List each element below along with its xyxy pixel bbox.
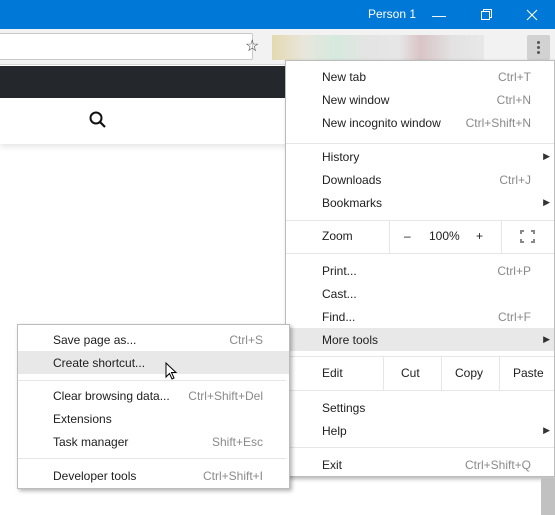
menu-item-create-shortcut[interactable]: Create shortcut... (18, 351, 289, 374)
bookmark-star-icon[interactable]: ☆ (245, 36, 259, 56)
shortcut: Ctrl+Shift+Del (188, 388, 263, 403)
menu-item-task-manager[interactable]: Task manager Shift+Esc (18, 430, 289, 453)
restore-icon (480, 9, 492, 20)
label: Downloads (322, 172, 382, 187)
menu-item-extensions[interactable]: Extensions (18, 407, 289, 430)
chrome-main-menu: New tab Ctrl+T New window Ctrl+N New incog… (285, 60, 555, 477)
menu-item-history[interactable]: History ▶ (286, 145, 554, 168)
minimize-button[interactable]: — (416, 0, 462, 29)
label: Create shortcut... (53, 355, 146, 370)
restore-button[interactable] (463, 0, 509, 29)
more-tools-submenu: Save page as... Ctrl+S Create shortcut...… (17, 324, 290, 489)
title-bar: Person 1 — (0, 0, 555, 29)
site-search-bar (0, 98, 290, 144)
menu-separator (18, 458, 286, 459)
menu-item-cast[interactable]: Cast... (286, 282, 554, 305)
edit-row: Edit Cut Copy Paste (286, 357, 554, 390)
zoom-in-button[interactable]: + (476, 229, 483, 243)
menu-item-save-page-as[interactable]: Save page as... Ctrl+S (18, 328, 289, 351)
menu-item-exit[interactable]: Exit Ctrl+Shift+Q (286, 453, 554, 476)
search-icon[interactable] (88, 110, 108, 130)
label: Bookmarks (322, 195, 383, 210)
menu-separator (286, 253, 554, 254)
divider (501, 220, 502, 253)
site-header (0, 66, 290, 98)
label: Settings (322, 400, 366, 415)
menu-item-bookmarks[interactable]: Bookmarks ▶ (286, 191, 554, 214)
zoom-label: Zoom (322, 229, 353, 243)
label: Save page as... (53, 332, 137, 347)
menu-separator (286, 390, 554, 391)
minimize-icon: — (432, 6, 446, 23)
extensions-area (272, 35, 484, 60)
dot-icon (537, 41, 540, 44)
menu-item-settings[interactable]: Settings (286, 396, 554, 419)
shortcut: Ctrl+P (497, 263, 531, 278)
label: Cast... (322, 286, 357, 301)
menu-item-print[interactable]: Print... Ctrl+P (286, 259, 554, 282)
zoom-row: Zoom – 100% + (286, 220, 554, 253)
shortcut: Ctrl+T (498, 69, 531, 84)
divider (441, 357, 442, 390)
zoom-out-button[interactable]: – (404, 229, 411, 243)
label: More tools (322, 332, 379, 347)
label: Developer tools (53, 468, 137, 483)
submenu-arrow-icon: ▶ (543, 334, 550, 344)
close-button[interactable] (509, 0, 555, 29)
divider (389, 220, 390, 253)
copy-button[interactable]: Copy (455, 366, 483, 380)
label: New tab (322, 69, 367, 84)
mouse-pointer-icon (165, 362, 178, 380)
label: History (322, 149, 360, 164)
shortcut: Shift+Esc (211, 434, 263, 449)
menu-separator (286, 143, 554, 144)
zoom-level: 100% (429, 229, 460, 243)
menu-item-developer-tools[interactable]: Developer tools Ctrl+Shift+I (18, 464, 289, 487)
shortcut: Ctrl+Shift+I (202, 468, 263, 483)
menu-item-find[interactable]: Find... Ctrl+F (286, 305, 554, 328)
address-bar[interactable] (0, 33, 253, 60)
close-icon (526, 9, 538, 20)
label: New incognito window (322, 115, 441, 130)
menu-item-more-tools[interactable]: More tools ▶ (286, 328, 554, 351)
menu-button[interactable] (527, 35, 550, 60)
scrollbar[interactable] (541, 478, 555, 515)
label: Clear browsing data... (53, 388, 170, 403)
shortcut: Ctrl+Shift+Q (464, 457, 531, 472)
label: Help (322, 423, 347, 438)
menu-item-help[interactable]: Help ▶ (286, 419, 554, 442)
shortcut: Ctrl+Shift+N (465, 115, 531, 130)
label: Exit (322, 457, 343, 472)
label: New window (322, 92, 390, 107)
label: Print... (322, 263, 357, 278)
submenu-arrow-icon: ▶ (543, 197, 550, 207)
submenu-arrow-icon: ▶ (543, 425, 550, 435)
label: Find... (322, 309, 356, 324)
menu-item-new-window[interactable]: New window Ctrl+N (286, 88, 554, 111)
label: Task manager (53, 434, 129, 449)
menu-item-new-tab[interactable]: New tab Ctrl+T (286, 65, 554, 88)
cut-button[interactable]: Cut (401, 366, 420, 380)
dot-icon (537, 51, 540, 54)
profile-name[interactable]: Person 1 (368, 7, 416, 21)
edit-label: Edit (322, 366, 343, 380)
shortcut: Ctrl+S (229, 332, 263, 347)
label: Extensions (53, 411, 112, 426)
fullscreen-icon[interactable] (520, 230, 535, 243)
menu-separator (286, 447, 554, 448)
shortcut: Ctrl+N (496, 92, 531, 107)
divider (499, 357, 500, 390)
menu-item-new-incognito-window[interactable]: New incognito window Ctrl+Shift+N (286, 111, 554, 134)
submenu-arrow-icon: ▶ (543, 151, 550, 161)
dot-icon (537, 46, 540, 49)
shortcut: Ctrl+F (498, 309, 531, 324)
paste-button[interactable]: Paste (513, 366, 544, 380)
menu-item-clear-browsing-data[interactable]: Clear browsing data... Ctrl+Shift+Del (18, 384, 289, 407)
shortcut: Ctrl+J (499, 172, 531, 187)
menu-item-downloads[interactable]: Downloads Ctrl+J (286, 168, 554, 191)
menu-separator (18, 380, 286, 381)
divider (383, 357, 384, 390)
